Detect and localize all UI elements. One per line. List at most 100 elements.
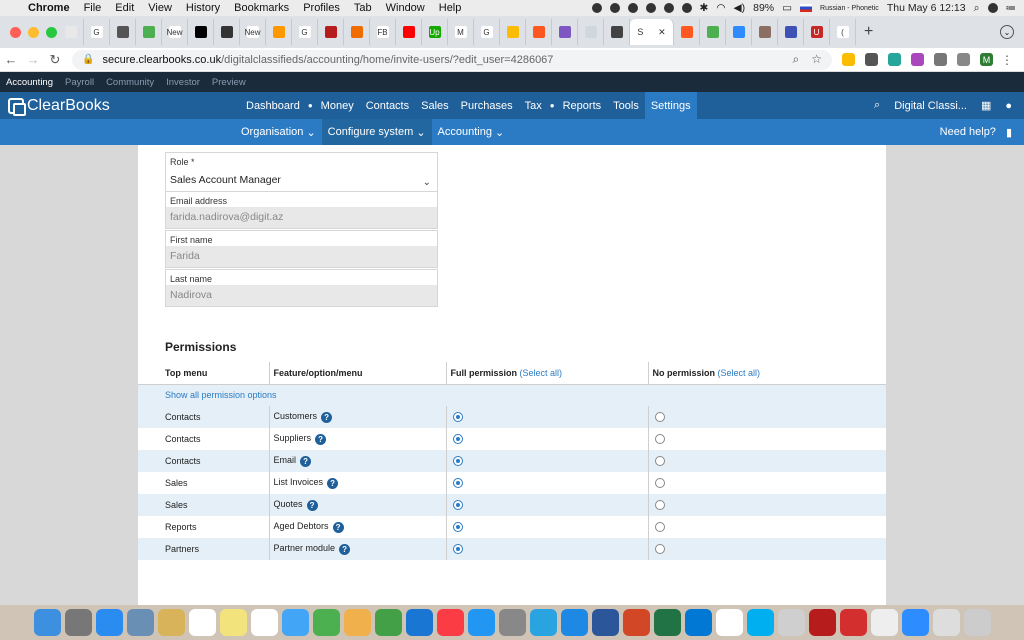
menu-help[interactable]: Help xyxy=(439,2,462,14)
status-icon[interactable] xyxy=(681,3,692,13)
address-bar[interactable]: 🔒 secure.clearbooks.co.uk /digitalclassi… xyxy=(72,49,832,70)
dock-app-archive-icon[interactable] xyxy=(932,609,960,636)
user-icon[interactable]: ● xyxy=(1005,100,1012,112)
browser-tab[interactable] xyxy=(396,19,422,45)
telegram-icon[interactable] xyxy=(645,3,656,13)
nav-reports[interactable]: Reports xyxy=(557,92,608,119)
forward-button[interactable]: → xyxy=(22,52,44,67)
building-icon[interactable]: ▦ xyxy=(981,99,991,112)
dock-app-telegram-icon[interactable] xyxy=(529,609,557,636)
no-permission-radio[interactable] xyxy=(654,500,665,511)
menu-history[interactable]: History xyxy=(186,2,220,14)
product-accounting[interactable]: Accounting xyxy=(6,77,53,88)
browser-tab[interactable] xyxy=(752,19,778,45)
full-permission-radio[interactable] xyxy=(452,478,463,489)
help-icon[interactable]: ? xyxy=(306,499,318,511)
browser-tab[interactable] xyxy=(136,19,162,45)
extension-icon[interactable] xyxy=(888,53,901,66)
chevron-down-icon[interactable]: ⌄ xyxy=(423,177,431,188)
bluetooth-icon[interactable]: ✱ xyxy=(700,2,709,14)
dock-app-app-store-icon[interactable] xyxy=(467,609,495,636)
input-source-label[interactable]: Russian - Phonetic xyxy=(820,5,879,12)
dock-app-music-icon[interactable] xyxy=(436,609,464,636)
browser-tab[interactable] xyxy=(188,19,214,45)
close-tab-icon[interactable]: ✕ xyxy=(658,27,666,38)
browser-tab[interactable] xyxy=(500,19,526,45)
menu-clock[interactable]: Thu May 6 12:13 xyxy=(887,2,966,14)
browser-tab[interactable]: New xyxy=(162,19,188,45)
new-tab-button[interactable]: + xyxy=(864,23,873,41)
dock-app-launchpad-icon[interactable] xyxy=(64,609,92,636)
browser-tab[interactable] xyxy=(214,19,240,45)
dock-app-zoom-icon[interactable] xyxy=(901,609,929,636)
nav-dashboard[interactable]: Dashboard xyxy=(240,92,306,119)
product-preview[interactable]: Preview xyxy=(212,77,246,88)
chrome-menu-icon[interactable]: ⋮ xyxy=(1001,53,1013,67)
dock-app-excel-icon[interactable] xyxy=(653,609,681,636)
menu-bookmarks[interactable]: Bookmarks xyxy=(234,2,289,14)
browser-tab[interactable]: M xyxy=(448,19,474,45)
browser-tab[interactable] xyxy=(58,19,84,45)
no-permission-radio[interactable] xyxy=(654,544,665,555)
input-flag-icon[interactable] xyxy=(800,4,813,12)
status-icon[interactable] xyxy=(663,3,674,13)
browser-tab[interactable] xyxy=(526,19,552,45)
subnav-accounting[interactable]: Accounting ⌄ xyxy=(432,119,511,145)
close-window-button[interactable] xyxy=(10,26,21,38)
dock-app-reminders-icon[interactable] xyxy=(250,609,278,636)
no-permission-radio[interactable] xyxy=(654,478,665,489)
nav-sales[interactable]: Sales xyxy=(415,92,455,119)
menu-tab[interactable]: Tab xyxy=(354,2,372,14)
battery-icon[interactable]: ▭ xyxy=(782,2,792,14)
dock-app-finder-icon[interactable] xyxy=(33,609,61,636)
media-icon[interactable] xyxy=(957,53,970,66)
dock-app-facetime-icon[interactable] xyxy=(312,609,340,636)
browser-tab[interactable] xyxy=(674,19,700,45)
spotlight-icon[interactable]: ⌕ xyxy=(974,2,980,15)
dock-app-preview-pen-icon[interactable] xyxy=(870,609,898,636)
product-investor[interactable]: Investor xyxy=(166,77,200,88)
dock-app-word-icon[interactable] xyxy=(591,609,619,636)
browser-tab[interactable] xyxy=(778,19,804,45)
zoom-window-button[interactable] xyxy=(46,26,57,38)
dock-app-acrobat-icon[interactable] xyxy=(808,609,836,636)
dock-app-calendar-icon[interactable] xyxy=(188,609,216,636)
no-permission-radio[interactable] xyxy=(654,522,665,533)
email-value[interactable]: farida.nadirova@digit.az xyxy=(166,207,437,228)
full-permission-radio[interactable] xyxy=(452,500,463,511)
control-center-icon[interactable]: ≔ xyxy=(1006,2,1017,14)
subnav-organisation[interactable]: Organisation ⌄ xyxy=(235,119,322,145)
no-permission-radio[interactable] xyxy=(654,412,665,423)
no-permission-radio[interactable] xyxy=(654,456,665,467)
browser-tab[interactable] xyxy=(726,19,752,45)
dock-app-powerpoint-icon[interactable] xyxy=(622,609,650,636)
full-permission-radio[interactable] xyxy=(452,412,463,423)
select-all-none-link[interactable]: (Select all) xyxy=(718,368,761,378)
browser-tab[interactable] xyxy=(344,19,370,45)
dock-app-safari-icon[interactable] xyxy=(95,609,123,636)
product-community[interactable]: Community xyxy=(106,77,154,88)
first-name-value[interactable]: Farida xyxy=(166,246,437,267)
last-name-value[interactable]: Nadirova xyxy=(166,285,437,306)
tab-search-icon[interactable]: ⌄ xyxy=(1000,25,1014,39)
dock-app-photos-icon[interactable] xyxy=(343,609,371,636)
dock-app-messages-icon[interactable] xyxy=(281,609,309,636)
siri-icon[interactable] xyxy=(987,3,998,13)
nav-purchases[interactable]: Purchases xyxy=(455,92,519,119)
select-all-full-link[interactable]: (Select all) xyxy=(520,368,563,378)
dock-app-script-editor-icon[interactable] xyxy=(777,609,805,636)
browser-tab[interactable]: U xyxy=(804,19,830,45)
dock-app-chrome-icon[interactable] xyxy=(715,609,743,636)
dock-app-preview-icon[interactable] xyxy=(126,609,154,636)
browser-tab[interactable]: ( xyxy=(830,19,856,45)
browser-tab[interactable]: FB xyxy=(370,19,396,45)
dock-app-stickies-icon[interactable] xyxy=(219,609,247,636)
wifi-icon[interactable]: ◠ xyxy=(716,2,725,14)
nav-tax[interactable]: Tax xyxy=(519,92,548,119)
dock-app-keynote-icon[interactable] xyxy=(405,609,433,636)
back-button[interactable]: ← xyxy=(0,52,22,67)
first-name-field[interactable]: First name Farida xyxy=(165,230,438,268)
dock-app-reader-icon[interactable] xyxy=(839,609,867,636)
product-payroll[interactable]: Payroll xyxy=(65,77,94,88)
volume-icon[interactable]: ◀) xyxy=(734,2,746,14)
